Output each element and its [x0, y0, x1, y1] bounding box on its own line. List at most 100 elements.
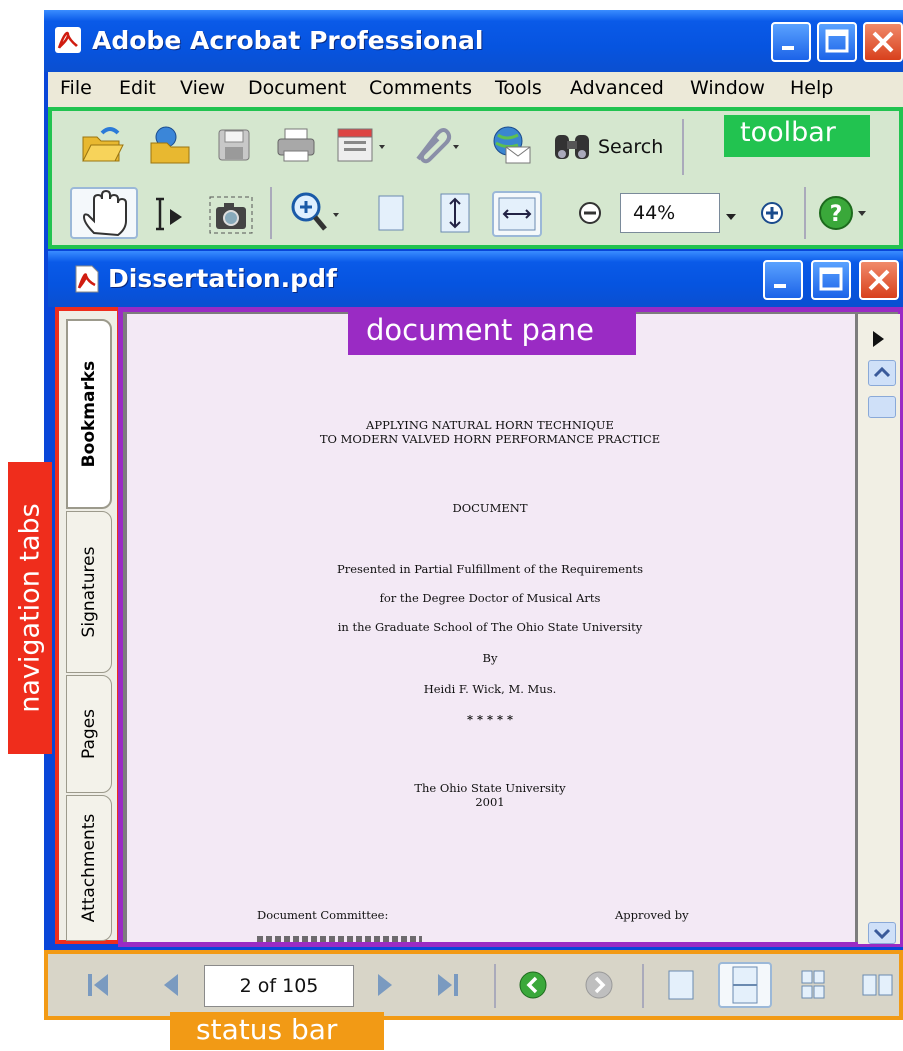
document-pane-callout: document pane	[348, 311, 636, 355]
hand-tool-button[interactable]	[70, 187, 138, 239]
maximize-button[interactable]	[817, 22, 857, 62]
search-binoculars-icon[interactable]	[552, 127, 592, 167]
close-icon	[868, 269, 890, 291]
pdf-stars: * * * * *	[466, 712, 514, 726]
pdf-year: 2001	[475, 795, 505, 809]
pdf-approved: Approved by	[615, 908, 689, 922]
zoom-out-icon[interactable]	[578, 201, 602, 229]
next-view-icon[interactable]	[584, 970, 614, 1004]
close-button[interactable]	[863, 22, 903, 62]
status-separator	[642, 964, 644, 1008]
pdf-presented-line-3: in the Graduate School of The Ohio State…	[337, 620, 643, 634]
page-number-field[interactable]: 2 of 105	[204, 965, 354, 1007]
continuous-facing-icon[interactable]	[798, 968, 828, 1006]
svg-text:?: ?	[830, 202, 843, 227]
minimize-icon	[782, 46, 794, 50]
next-page-icon[interactable]	[370, 970, 400, 1004]
select-text-tool-icon[interactable]	[148, 195, 188, 239]
acrobat-app-icon	[54, 26, 82, 58]
print-icon[interactable]	[276, 127, 316, 167]
organizer-icon[interactable]	[148, 125, 192, 169]
last-page-icon[interactable]	[432, 970, 462, 1004]
menu-window[interactable]: Window	[690, 77, 765, 99]
open-folder-icon[interactable]	[80, 125, 124, 169]
scroll-up-button[interactable]	[868, 360, 896, 386]
pdf-presented-line-1: Presented in Partial Fulfillment of the …	[336, 562, 644, 576]
app-title: Adobe Acrobat Professional	[92, 26, 484, 55]
maximize-icon	[819, 267, 843, 291]
close-icon	[872, 31, 894, 53]
pdf-title-line-1: APPLYING NATURAL HORN TECHNIQUE	[366, 418, 614, 432]
document-maximize-button[interactable]	[811, 260, 851, 300]
fit-width-button[interactable]	[492, 191, 542, 237]
menu-file[interactable]: File	[60, 77, 92, 99]
zoom-in-tool-icon[interactable]	[288, 191, 350, 239]
email-globe-icon[interactable]	[488, 125, 532, 169]
first-page-icon[interactable]	[84, 970, 114, 1004]
vertical-scrollbar[interactable]	[858, 314, 900, 944]
save-icon[interactable]	[216, 127, 252, 167]
page-indicator: 2 of 105	[239, 975, 319, 997]
tab-bookmarks[interactable]: Bookmarks	[66, 319, 112, 509]
menu-tools[interactable]: Tools	[495, 77, 542, 99]
document-title-bar[interactable]: Dissertation.pdf	[48, 251, 903, 307]
snapshot-camera-icon[interactable]	[208, 195, 254, 239]
toolbar-separator	[682, 119, 684, 175]
pdf-author: Heidi F. Wick, M. Mus.	[423, 682, 557, 696]
chevron-up-icon	[873, 366, 891, 378]
toolbar: Search 44% ? toolbar	[48, 107, 903, 249]
single-page-icon[interactable]	[666, 968, 696, 1006]
menu-view[interactable]: View	[180, 77, 225, 99]
toolbar-callout-label: toolbar	[740, 117, 836, 148]
menu-comments[interactable]: Comments	[369, 77, 472, 99]
toolbar-separator	[270, 187, 272, 239]
document-pane-callout-label: document pane	[366, 313, 594, 347]
toolbar-separator	[804, 187, 806, 239]
continuous-page-button[interactable]	[718, 962, 772, 1008]
pdf-title-line-2: TO MODERN VALVED HORN PERFORMANCE PRACTI…	[319, 432, 661, 446]
menu-document[interactable]: Document	[248, 77, 346, 99]
menu-advanced[interactable]: Advanced	[570, 77, 664, 99]
fit-page-icon[interactable]	[438, 191, 472, 239]
scroll-down-button[interactable]	[868, 922, 896, 944]
minimize-icon	[774, 284, 786, 288]
scroll-thumb[interactable]	[868, 396, 896, 418]
tab-bookmarks-label: Bookmarks	[79, 360, 99, 468]
pdf-page[interactable]: APPLYING NATURAL HORN TECHNIQUE TO MODER…	[127, 314, 855, 942]
document-minimize-button[interactable]	[763, 260, 803, 300]
attach-paperclip-icon[interactable]	[408, 125, 464, 169]
fit-width-icon	[498, 197, 536, 231]
options-arrow-icon[interactable]	[868, 328, 888, 354]
tab-attachments[interactable]: Attachments	[66, 795, 112, 941]
zoom-level-field[interactable]: 44%	[620, 193, 720, 233]
previous-page-icon[interactable]	[156, 970, 186, 1004]
maximize-icon	[825, 29, 849, 53]
status-bar-callout: status bar	[170, 1012, 384, 1050]
tab-attachments-label: Attachments	[79, 813, 99, 923]
pdf-university: The Ohio State University	[414, 781, 566, 795]
navigation-tabs-callout: navigation tabs	[8, 462, 52, 754]
status-bar: 2 of 105	[44, 950, 903, 1020]
pdf-doc-type: DOCUMENT	[452, 501, 528, 515]
minimize-button[interactable]	[771, 22, 811, 62]
document-close-button[interactable]	[859, 260, 899, 300]
zoom-dropdown-chevron-down-icon[interactable]	[724, 207, 738, 226]
zoom-in-icon[interactable]	[760, 201, 784, 229]
continuous-page-icon	[732, 966, 758, 1004]
menu-edit[interactable]: Edit	[119, 77, 156, 99]
document-title: Dissertation.pdf	[108, 264, 337, 293]
status-bar-callout-label: status bar	[196, 1013, 338, 1046]
actual-size-page-icon[interactable]	[376, 193, 406, 237]
hand-icon	[82, 189, 127, 237]
status-separator	[494, 964, 496, 1008]
create-pdf-icon[interactable]	[336, 127, 392, 167]
tab-pages-label: Pages	[79, 708, 99, 760]
help-icon[interactable]: ?	[816, 193, 872, 237]
app-title-bar[interactable]: Adobe Acrobat Professional	[44, 10, 903, 72]
menu-help[interactable]: Help	[790, 77, 833, 99]
facing-pages-icon[interactable]	[860, 972, 896, 1002]
tab-signatures-label: Signatures	[79, 546, 99, 638]
chevron-down-icon	[873, 928, 891, 940]
search-button-label[interactable]: Search	[598, 136, 663, 158]
previous-view-icon[interactable]	[518, 970, 548, 1004]
